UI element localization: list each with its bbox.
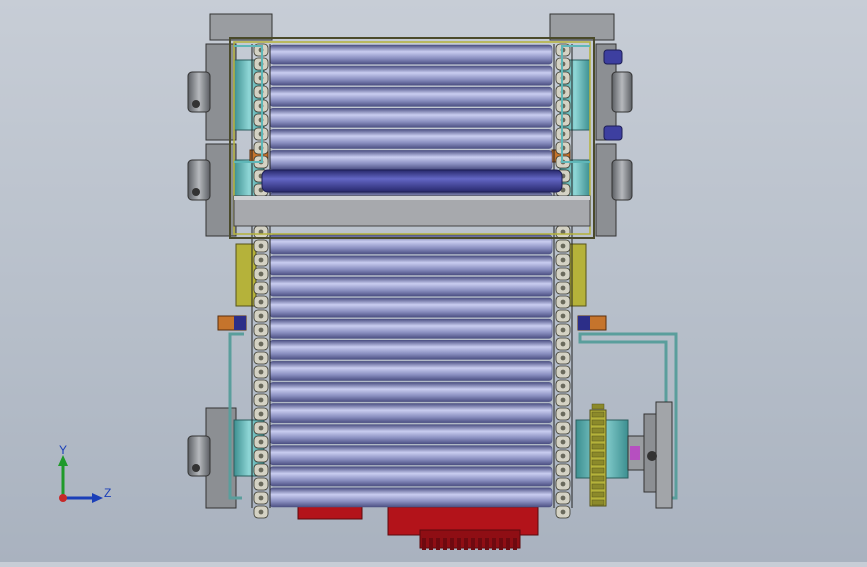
chain-pin bbox=[258, 439, 264, 445]
drive-sprocket-assembly bbox=[575, 332, 678, 509]
roller[interactable] bbox=[269, 297, 553, 318]
chain-pin bbox=[560, 397, 566, 403]
chain-pin bbox=[560, 411, 566, 417]
roller[interactable] bbox=[269, 445, 553, 466]
sprocket-tooth bbox=[591, 419, 605, 426]
chain-pin bbox=[258, 299, 264, 305]
chain-pin bbox=[258, 411, 264, 417]
chain-pin bbox=[560, 285, 566, 291]
chain-pin bbox=[258, 327, 264, 333]
z-axis-label: Z bbox=[104, 486, 111, 500]
chain-pin bbox=[560, 453, 566, 459]
sprocket-tooth bbox=[591, 483, 605, 490]
roller[interactable] bbox=[269, 129, 553, 149]
roller-bed[interactable] bbox=[269, 44, 553, 508]
y-axis-label: Y bbox=[59, 443, 67, 457]
chain-pin bbox=[560, 299, 566, 305]
roller[interactable] bbox=[269, 361, 553, 381]
chain-pin bbox=[560, 327, 566, 333]
sprocket-tooth bbox=[591, 403, 605, 410]
roller[interactable] bbox=[269, 65, 553, 86]
sprocket-tooth bbox=[591, 499, 605, 506]
chain-pin bbox=[258, 369, 264, 375]
z-axis-arrowhead bbox=[92, 493, 103, 503]
chain-pin bbox=[258, 425, 264, 431]
roller[interactable] bbox=[269, 466, 553, 487]
x-axis-origin bbox=[59, 494, 67, 502]
sprocket-tooth bbox=[591, 435, 605, 442]
roller[interactable] bbox=[269, 339, 553, 360]
sprocket-tooth bbox=[591, 475, 605, 482]
chain-pin bbox=[258, 285, 264, 291]
sprocket-tooth bbox=[591, 451, 605, 458]
roller[interactable] bbox=[269, 86, 553, 107]
chain-pin bbox=[560, 383, 566, 389]
cross-shaft bbox=[261, 169, 563, 193]
sprocket-tooth bbox=[591, 427, 605, 434]
chain-pin bbox=[258, 243, 264, 249]
sprocket-tooth bbox=[591, 411, 605, 418]
chain-pin bbox=[560, 341, 566, 347]
chain-pin bbox=[560, 495, 566, 501]
chain-pin bbox=[258, 257, 264, 263]
chain-pin bbox=[560, 467, 566, 473]
chain-pin bbox=[560, 509, 566, 515]
chain-pin bbox=[258, 453, 264, 459]
sprocket-tooth bbox=[591, 459, 605, 466]
roller[interactable] bbox=[269, 107, 553, 128]
coordinate-triad: Y Z bbox=[58, 443, 111, 503]
roller[interactable] bbox=[269, 487, 553, 508]
chain-pin bbox=[560, 243, 566, 249]
chain-pin bbox=[258, 467, 264, 473]
chain-pin bbox=[560, 271, 566, 277]
chain-pin bbox=[258, 481, 264, 487]
sprocket-tooth bbox=[591, 467, 605, 474]
chain-pin bbox=[560, 425, 566, 431]
conveyor-model[interactable]: Y Z bbox=[0, 0, 867, 562]
sprocket-tooth bbox=[591, 491, 605, 498]
chain-pin bbox=[560, 355, 566, 361]
chain-pin bbox=[258, 341, 264, 347]
chain-pin bbox=[560, 257, 566, 263]
roller[interactable] bbox=[269, 276, 553, 297]
sprocket-tooth bbox=[591, 443, 605, 450]
chain-pin bbox=[560, 481, 566, 487]
roller[interactable] bbox=[269, 255, 553, 276]
roller[interactable] bbox=[269, 150, 553, 170]
chain-pin bbox=[258, 509, 264, 515]
chain-pin bbox=[258, 495, 264, 501]
chain-pin bbox=[560, 313, 566, 319]
roller[interactable] bbox=[269, 382, 553, 402]
chain-pin bbox=[258, 271, 264, 277]
roller[interactable] bbox=[269, 403, 553, 423]
cad-viewport[interactable]: Y Z bbox=[0, 0, 867, 562]
chain-pin bbox=[560, 439, 566, 445]
drive-motor bbox=[297, 504, 539, 550]
roller[interactable] bbox=[269, 318, 553, 339]
chain-pin bbox=[258, 355, 264, 361]
chain-pin bbox=[258, 383, 264, 389]
roller[interactable] bbox=[269, 424, 553, 445]
chain-pin bbox=[258, 313, 264, 319]
chain-pin bbox=[258, 397, 264, 403]
chain-pin bbox=[560, 369, 566, 375]
roller[interactable] bbox=[269, 44, 553, 65]
